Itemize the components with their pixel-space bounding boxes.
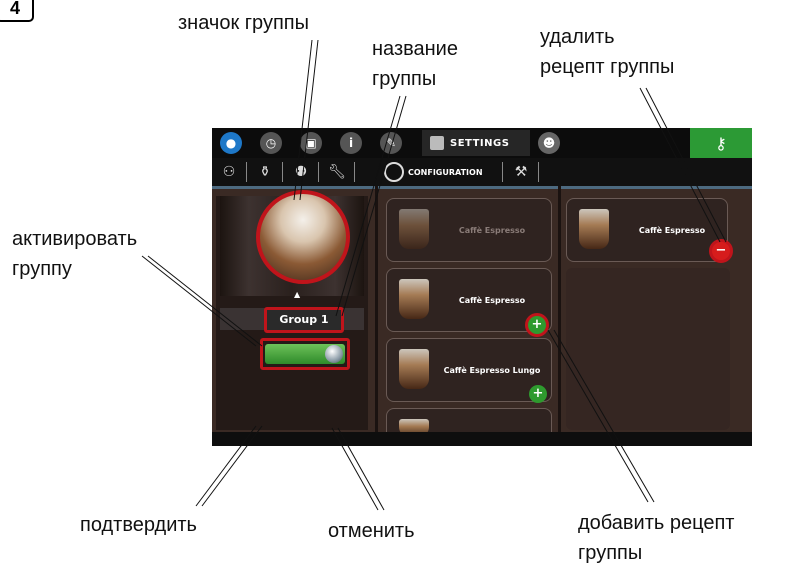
leader-delete-recipe-edge [645, 87, 727, 243]
leader-add-recipe-edge [553, 329, 655, 503]
leader-group-name [335, 95, 401, 317]
leader-cancel-edge [337, 427, 385, 511]
leader-confirm [195, 425, 257, 507]
leader-group-name-edge [341, 95, 407, 317]
callout-leader-lines [141, 39, 727, 511]
leader-cancel [331, 427, 379, 511]
leader-add-recipe [547, 329, 649, 503]
leader-delete-recipe [639, 87, 721, 243]
leader-activate-group [141, 255, 257, 347]
leader-confirm-edge [201, 425, 263, 507]
leader-activate-group-edge [147, 255, 263, 347]
